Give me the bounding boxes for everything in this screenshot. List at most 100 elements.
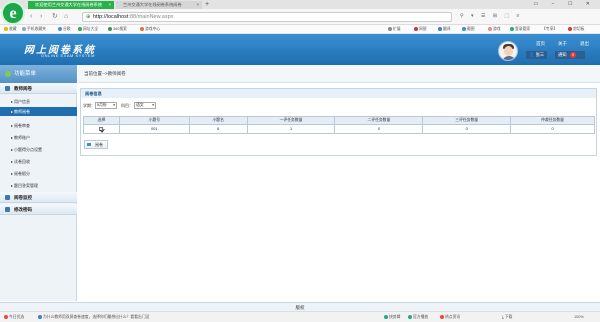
bookmark-google[interactable]: 谷歌 (58, 25, 71, 34)
toolbar-bank[interactable]: 网银 (414, 25, 427, 34)
url-host: http://localhost (93, 14, 129, 20)
phone-icon (22, 26, 26, 31)
sidebar-item-teacher-account[interactable]: ▸ 教师账户 (0, 133, 77, 142)
refresh-icon[interactable]: ↻ (52, 12, 58, 22)
table-header-row: 选择 小题号 小题名 一评任务数量 二评任务数量 三评任务数量 仲裁任务数量 (83, 116, 595, 125)
breadcrumb: 当前位置-->教师阅卷 (78, 65, 600, 83)
search-icon[interactable]: ⚲ ▾ ☰ ⊞ ⬚ ≡ (460, 13, 522, 19)
sidebar-item-answer-manage[interactable]: ▸ 题目答案管理 (0, 181, 77, 190)
header-logout-link[interactable]: 退出 (580, 41, 589, 47)
sidebar-group-password[interactable]: 修改密码 (0, 204, 77, 215)
sidebar-group-grading[interactable]: 教师阅卷 (0, 83, 77, 94)
forward-icon[interactable]: › (40, 12, 42, 22)
user-name-badge[interactable]: 👤 张三 (526, 51, 548, 59)
lock-icon (5, 207, 10, 212)
subject-label: 科目： (121, 103, 133, 108)
col-second-review: 二评任务数量 (334, 116, 424, 125)
sidebar-item-user-info[interactable]: ▸ 用户信息 (0, 97, 77, 106)
key-icon (510, 26, 514, 31)
sidebar-item-teacher-grading[interactable]: ▸ 教师阅卷 (0, 107, 77, 116)
sidebar-item-score-points[interactable]: ▸ 小题得分点设置 (0, 145, 77, 154)
toolbar-translate[interactable]: 翻译 (438, 25, 451, 34)
bookmarks-bar: 收藏 手机收藏夹 谷歌 网址大全 360搜索 游戏中心 扩展 网银 翻译 截图 … (0, 25, 600, 34)
status-download[interactable]: ⤓ 下载 (502, 312, 512, 322)
col-first-review: 一评任务数量 (246, 116, 336, 125)
browser-tab-active[interactable]: 欢迎使用兰州交通大学在线阅卷系统 × (28, 1, 114, 9)
sidebar: 功能菜单 教师阅卷 ▸ 用户信息 ▸ 教师阅卷 ▸ 阅卷审查 ▸ 教师账户 ▸ 小题得分点… (0, 65, 77, 301)
bookmark-games[interactable]: 游戏中心 (140, 25, 160, 34)
cell-first-review: 1 (246, 124, 336, 134)
status-zoom[interactable]: 100% (574, 312, 584, 322)
sidebar-item-paper-recycle[interactable]: ▸ 试卷回收 (0, 157, 77, 166)
chevron-down-icon: ▾ (113, 103, 115, 107)
url-path: :88/mainNew.aspx (128, 14, 174, 20)
row-checkbox-cell[interactable] (83, 124, 120, 134)
sidebar-title: 功能菜单 (0, 65, 77, 83)
extension-icon (388, 26, 392, 31)
cell-question-name: 6 (188, 124, 248, 134)
toolbar-login[interactable]: 登录管家 (510, 25, 530, 34)
toolbar-special[interactable]: 【专享】 (542, 25, 557, 34)
status-player[interactable]: 官方播放 (408, 312, 428, 322)
translate-icon (438, 26, 442, 31)
document-icon (87, 143, 91, 146)
page-footer: 版权 (0, 302, 600, 311)
bookmark-favorites[interactable]: 收藏 (4, 25, 17, 34)
home-icon[interactable]: ⌂ (64, 12, 68, 22)
window-controls[interactable]: ▭ − ☐ ✕ (534, 0, 596, 9)
close-tab-icon[interactable]: × (109, 1, 111, 9)
google-icon (58, 26, 62, 31)
table-row[interactable]: 001 6 1 0 0 0 (83, 124, 595, 134)
bank-icon (414, 26, 418, 31)
subject-select[interactable]: 语文 ▾ (134, 102, 156, 109)
url-input[interactable]: ⊕ http://localhost:88/mainNew.aspx (82, 12, 452, 22)
play-icon (408, 314, 412, 319)
row-checkbox[interactable] (99, 127, 104, 131)
start-grading-button[interactable]: 阅卷 (84, 140, 108, 149)
term-label: 学期： (83, 103, 95, 108)
status-today-pick[interactable]: 今日优选 (4, 312, 24, 322)
star-icon (4, 26, 8, 31)
toolbar-extensions[interactable]: 扩展 (388, 25, 401, 34)
globe-icon (78, 26, 82, 31)
toolbar-screenshot[interactable]: 截图 (462, 25, 475, 34)
game-icon (488, 26, 492, 31)
monitor-icon (5, 195, 10, 200)
notice-label: 通知 (558, 52, 567, 57)
folder-icon (5, 86, 10, 91)
sidebar-item-score-assign[interactable]: ▸ 阅卷赋分 (0, 169, 77, 178)
notice-count-badge: 0 (570, 52, 576, 58)
status-quick-clip[interactable]: 快剪辑 (384, 312, 400, 322)
close-tab-icon[interactable]: × (197, 1, 199, 9)
browser-tabstrip: 欢迎使用兰州交通大学在线阅卷系统 × 兰州交通大学在线阅卷系统阅卷 × + ▭ … (0, 0, 600, 9)
new-tab-icon[interactable]: + (205, 0, 209, 9)
user-icon: 👤 (529, 52, 535, 57)
address-toolbar: ‹ › ↻ ⌂ ⊕ http://localhost:88/mainNew.as… (0, 9, 600, 25)
clipboard-icon (568, 26, 572, 31)
back-icon[interactable]: ‹ (30, 12, 32, 22)
sidebar-item-review[interactable]: ▸ 阅卷审查 (0, 121, 77, 130)
bookmark-360[interactable]: 360搜索 (108, 25, 127, 34)
header-home-link[interactable]: 首页 (536, 41, 545, 47)
bookmark-nav[interactable]: 网址大全 (78, 25, 98, 34)
flame-icon (4, 314, 8, 319)
header-about-link[interactable]: 关于 (558, 41, 567, 47)
toolbar-clipboard[interactable]: 剪切板 (568, 25, 584, 34)
clip-icon (384, 314, 388, 319)
bookmark-mobile[interactable]: 手机收藏夹 (22, 25, 46, 34)
col-arbitration: 仲裁任务数量 (510, 116, 595, 125)
search-360-icon (108, 26, 112, 31)
scissors-icon (462, 26, 466, 31)
menu-icon (5, 71, 11, 77)
toolbar-games[interactable]: 游戏 (488, 25, 501, 34)
tab-title: 兰州交通大学在线阅卷系统阅卷 (123, 2, 182, 7)
browser-tab-inactive[interactable]: 兰州交通大学在线阅卷系统阅卷 × (116, 1, 202, 9)
game-icon (140, 26, 144, 31)
app-logo-subtitle: ONLINE EXAM SYSTEM (41, 53, 95, 58)
status-hot-news[interactable]: 热点资讯 (440, 312, 460, 322)
term-select[interactable]: 5月份 ▾ (95, 102, 117, 109)
status-news-ticker[interactable]: 为什么教师用双屏查卷速度，选择你们最想出什么？看看出门没 (38, 312, 149, 322)
sidebar-group-monitor[interactable]: 阅卷监控 (0, 192, 77, 203)
browser-statusbar: 今日优选 为什么教师用双屏查卷速度，选择你们最想出什么？看看出门没 快剪辑 官方… (0, 311, 600, 322)
cell-question-no: 001 (118, 124, 190, 134)
